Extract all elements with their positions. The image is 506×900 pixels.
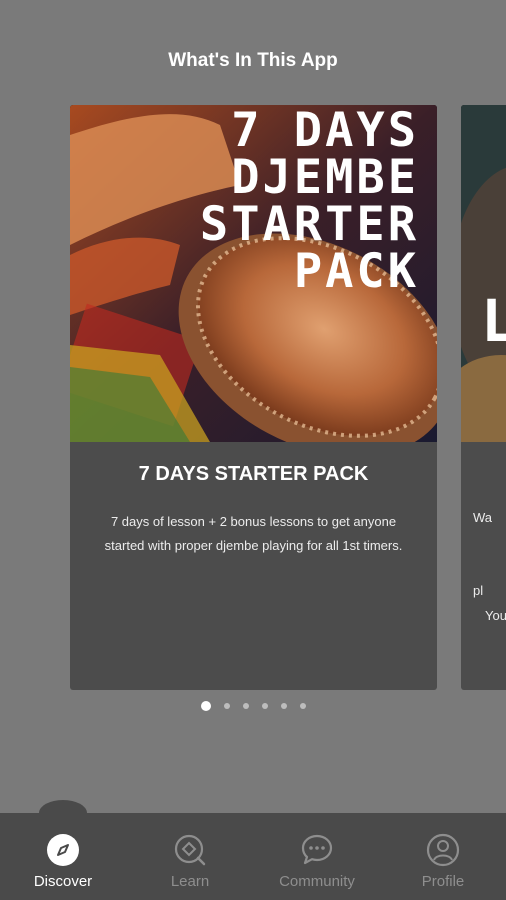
- page-dot[interactable]: [242, 703, 249, 709]
- next-card-photo: [461, 105, 506, 442]
- next-card-text: You: [485, 608, 506, 623]
- page-dot[interactable]: [261, 703, 268, 709]
- card-image-overlay-title: 7 DAYS DJEMBE STARTER PACK: [199, 105, 419, 299]
- section-title: What's In This App: [168, 50, 338, 71]
- next-card-overlay-title: L: [481, 287, 506, 355]
- next-card-text: pl: [473, 583, 484, 598]
- next-card-text: Wa: [473, 510, 493, 525]
- bottom-tab-bar: Discover Learn Community Profile: [0, 800, 506, 900]
- page-dot[interactable]: [200, 701, 211, 711]
- tab-label: Community: [279, 873, 355, 890]
- page-dot[interactable]: [299, 703, 306, 709]
- card-image: 7 DAYS DJEMBE STARTER PACK: [70, 105, 437, 442]
- tab-label: Profile: [421, 873, 465, 890]
- feature-carousel[interactable]: 7 DAYS DJEMBE STARTER PACK 7 DAYS STARTE…: [0, 105, 506, 690]
- feature-card-next[interactable]: L Wa pl You: [461, 105, 506, 690]
- tab-learn[interactable]: Learn: [135, 813, 245, 900]
- card-description: 7 days of lesson + 2 bonus lessons to ge…: [104, 514, 403, 553]
- compass-icon: [46, 833, 80, 867]
- card-image: L: [461, 105, 506, 442]
- tab-discover[interactable]: Discover: [8, 813, 118, 900]
- page-dot[interactable]: [280, 703, 287, 709]
- tab-community[interactable]: Community: [262, 813, 372, 900]
- tab-profile[interactable]: Profile: [388, 813, 498, 900]
- learn-icon: [173, 833, 207, 867]
- page-dot[interactable]: [223, 703, 230, 709]
- feature-card[interactable]: 7 DAYS DJEMBE STARTER PACK 7 DAYS STARTE…: [70, 105, 437, 690]
- tab-label: Learn: [170, 873, 210, 890]
- chat-bubble-icon: [300, 833, 334, 867]
- tab-label: Discover: [33, 873, 93, 890]
- card-title: 7 DAYS STARTER PACK: [138, 463, 369, 485]
- carousel-page-indicator[interactable]: [0, 701, 506, 711]
- profile-icon: [426, 833, 460, 867]
